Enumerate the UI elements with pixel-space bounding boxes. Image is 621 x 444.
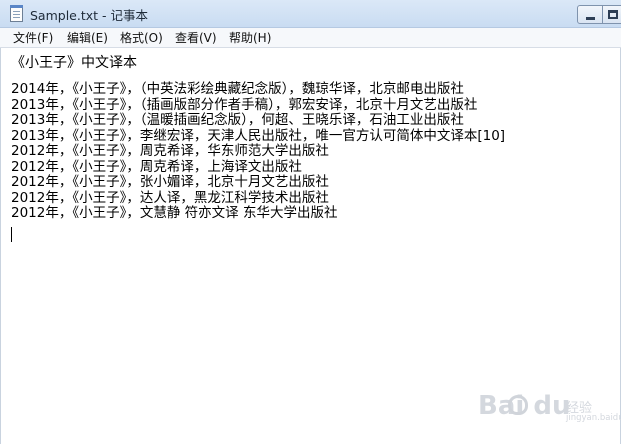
menu-help[interactable]: 帮助(H) bbox=[229, 30, 271, 46]
notepad-window: Sample.txt - 记事本 文件(F) 编辑(E) 格式(O) 查看(V)… bbox=[0, 0, 621, 444]
notepad-icon bbox=[10, 5, 23, 22]
text-line: 2012年，《小王子》，张小媚译，北京十月文艺出版社 bbox=[11, 174, 329, 190]
paw-icon bbox=[508, 395, 528, 415]
maximize-button[interactable] bbox=[602, 5, 621, 24]
text-line: 2013年，《小王子》，李继宏译，天津人民出版社，唯一官方认可简体中文译本[10… bbox=[11, 127, 506, 144]
document-heading: 《小王子》中文译本 bbox=[11, 55, 137, 71]
menu-format[interactable]: 格式(O) bbox=[120, 30, 163, 46]
menu-view[interactable]: 查看(V) bbox=[175, 30, 217, 46]
text-line: 2013年，《小王子》，（插画版部分作者手稿），郭宏安译，北京十月文艺出版社 bbox=[11, 96, 478, 113]
text-line: 2012年，《小王子》，达人译，黑龙江科学技术出版社 bbox=[11, 189, 329, 206]
menu-file[interactable]: 文件(F) bbox=[13, 30, 53, 46]
document-lines: 2014年，《小王子》，（中英法彩绘典藏纪念版），魏琼华译，北京邮电出版社 20… bbox=[11, 81, 506, 222]
menu-edit[interactable]: 编辑(E) bbox=[67, 30, 108, 46]
menu-bar: 文件(F) 编辑(E) 格式(O) 查看(V) 帮助(H) bbox=[0, 28, 621, 48]
text-line: 2012年，《小王子》，周克希译，上海译文出版社 bbox=[11, 158, 302, 175]
watermark-url: jingyan.baidu.com bbox=[566, 413, 621, 423]
maximize-icon bbox=[608, 10, 618, 19]
text-caret bbox=[11, 227, 12, 242]
text-editor-area[interactable]: 《小王子》中文译本 2014年，《小王子》，（中英法彩绘典藏纪念版），魏琼华译，… bbox=[0, 48, 621, 444]
minimize-button[interactable] bbox=[577, 5, 603, 24]
baidu-watermark: Bai du 经验 jingyan.baidu.com bbox=[478, 389, 621, 429]
minimize-icon bbox=[586, 17, 595, 20]
window-title: Sample.txt - 记事本 bbox=[30, 8, 148, 23]
text-line: 2012年，《小王子》，文慧静 符亦文译 东华大学出版社 bbox=[11, 205, 338, 221]
text-line: 2014年，《小王子》，（中英法彩绘典藏纪念版），魏琼华译，北京邮电出版社 bbox=[11, 81, 464, 97]
title-bar[interactable]: Sample.txt - 记事本 bbox=[0, 0, 621, 28]
text-line: 2013年，《小王子》，（温暖插画纪念版），何超、王晓乐译，石油工业出版社 bbox=[11, 112, 464, 128]
text-line: 2012年，《小王子》，周克希译，华东师范大学出版社 bbox=[11, 143, 329, 159]
